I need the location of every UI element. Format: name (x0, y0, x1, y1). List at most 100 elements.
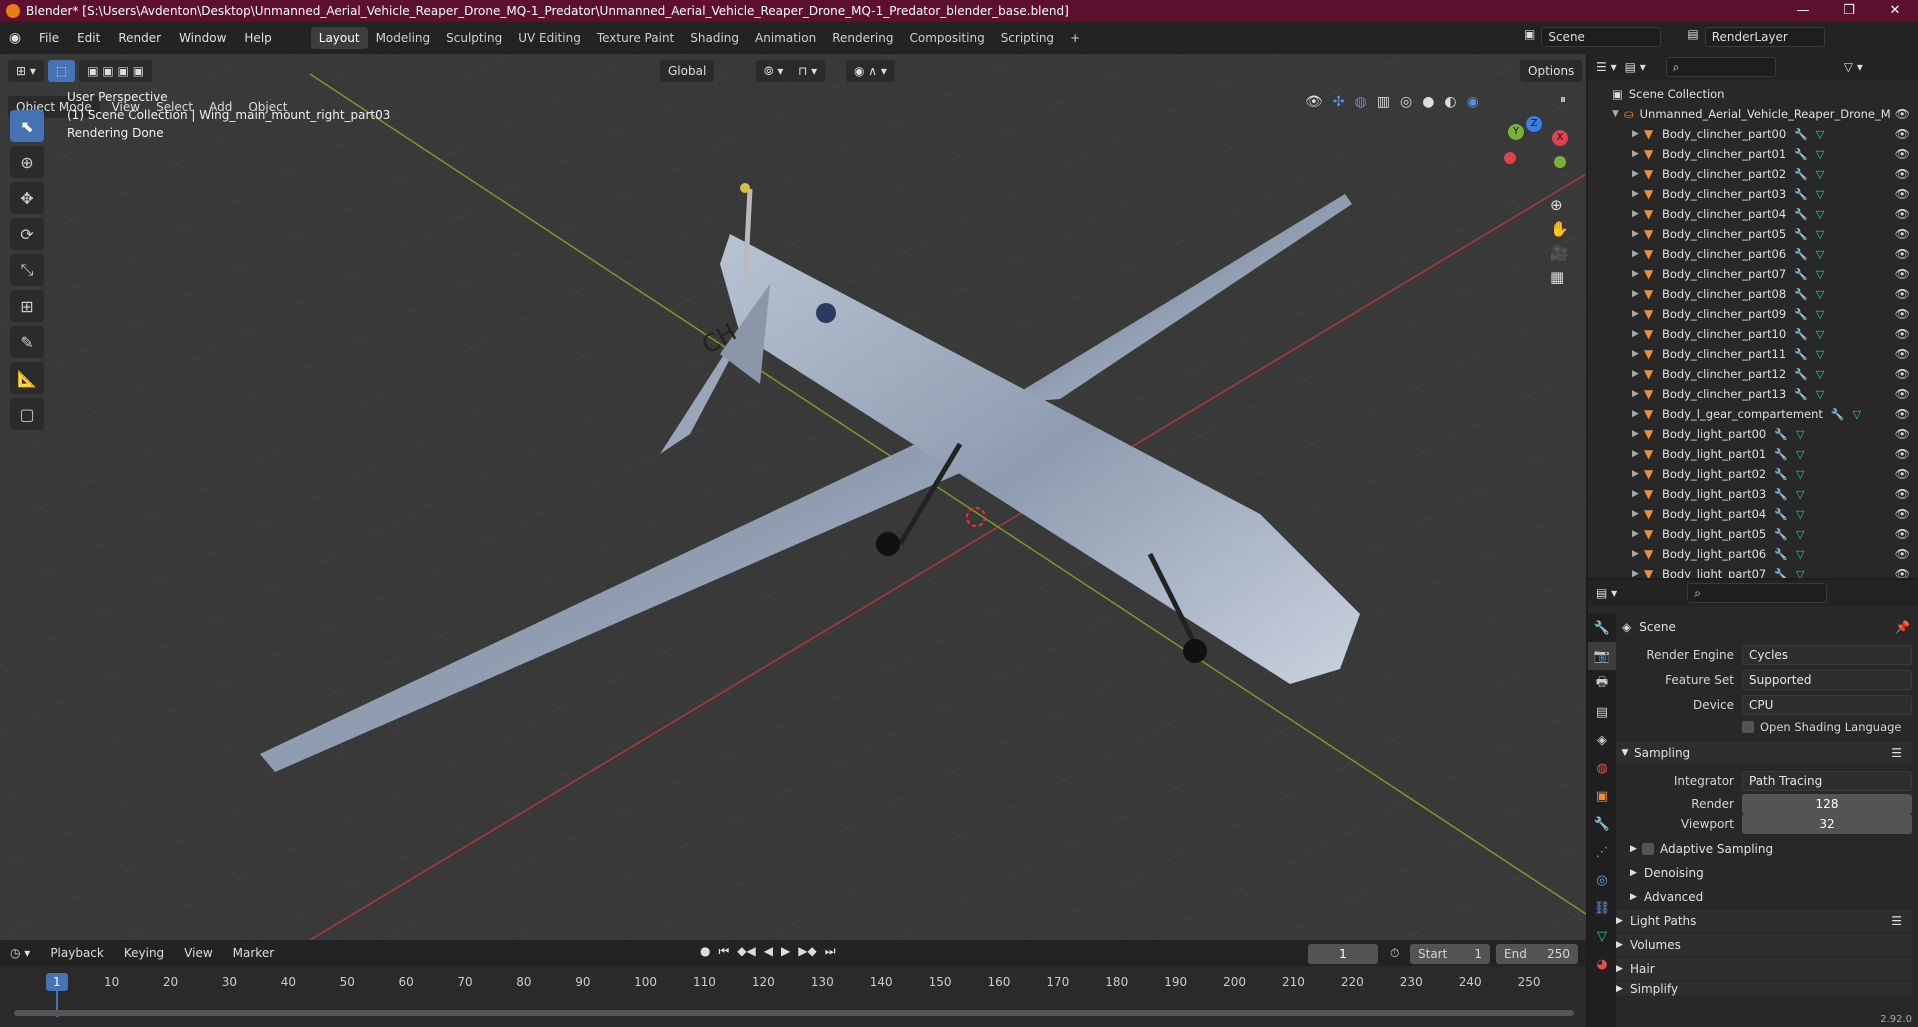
frame-ruler[interactable]: 1 10 20 30 40 50 60 70 80 90 100 110 120 130 140 150 160… (0, 966, 1586, 1027)
shading-rendered-icon[interactable]: ◉ (1467, 94, 1479, 110)
expand-arrow-icon[interactable]: ▶ (1632, 429, 1644, 439)
list-icon[interactable]: ☰ (1891, 914, 1902, 928)
menu-keying[interactable]: Keying (116, 942, 172, 964)
feature-set-dropdown[interactable]: Supported (1742, 670, 1912, 690)
annotate-tool-icon[interactable]: ✎ (10, 326, 44, 358)
mesh-data-icon[interactable]: ▽ (1816, 128, 1824, 141)
expand-arrow-icon[interactable]: ▶ (1616, 916, 1630, 926)
visibility-eye-icon[interactable]: 👁 (1895, 407, 1910, 421)
tab-texture-paint[interactable]: Texture Paint (589, 27, 682, 49)
modifier-icon[interactable]: 🔧 (1794, 188, 1808, 201)
jump-end-icon[interactable]: ⏭ (825, 944, 836, 959)
modifier-icon[interactable]: 🔧 (1794, 348, 1808, 361)
simplify-section[interactable]: ▶ Simplify (1616, 982, 1912, 996)
denoising-section[interactable]: ▶ Denoising (1630, 862, 1918, 884)
constraints-tab-icon[interactable]: ⛓ (1588, 894, 1616, 922)
mesh-data-icon[interactable]: ▽ (1796, 548, 1804, 561)
view-layer-tab-icon[interactable]: ▤ (1588, 698, 1616, 726)
camera-view-icon[interactable]: 🎥 (1550, 244, 1569, 262)
expand-arrow-icon[interactable]: ▶ (1632, 349, 1644, 359)
outliner-item[interactable]: ▶ ▼ Body_light_part06 🔧 ▽ 👁 (1588, 544, 1918, 564)
modifier-icon[interactable]: 🔧 (1774, 488, 1788, 501)
expand-arrow-icon[interactable]: ▶ (1616, 964, 1630, 974)
visibility-eye-icon[interactable]: 👁 (1895, 487, 1910, 501)
gizmo-toggle-icon[interactable]: ✣ (1333, 94, 1345, 110)
gizmo-neg-x-icon[interactable] (1504, 152, 1516, 164)
mesh-data-icon[interactable]: ▽ (1816, 248, 1824, 261)
visibility-eye-icon[interactable]: 👁 (1895, 187, 1910, 201)
visibility-eye-icon[interactable]: 👁 (1895, 367, 1910, 381)
modifier-icon[interactable]: 🔧 (1794, 228, 1808, 241)
gizmo-z-icon[interactable]: Z (1526, 116, 1542, 132)
scene-selector[interactable]: Scene (1541, 27, 1662, 47)
close-button[interactable]: ✕ (1872, 0, 1918, 22)
mesh-data-icon[interactable]: ▽ (1816, 388, 1824, 401)
expand-arrow-icon[interactable]: ▶ (1632, 209, 1644, 219)
shading-wireframe-icon[interactable]: ◎ (1400, 94, 1412, 110)
shading-material-icon[interactable]: ◐ (1444, 94, 1456, 110)
prev-keyframe-icon[interactable]: ◆◀ (737, 944, 755, 959)
volumes-section[interactable]: ▶ Volumes (1616, 934, 1912, 956)
modifier-icon[interactable]: 🔧 (1794, 308, 1808, 321)
modifier-icon[interactable]: 🔧 (1794, 208, 1808, 221)
menu-timeline-view[interactable]: View (176, 942, 220, 964)
hair-section[interactable]: ▶ Hair (1616, 958, 1912, 980)
outliner-item[interactable]: ▶ ▼ Body_clincher_part07 🔧 ▽ 👁 (1588, 264, 1918, 284)
sampling-section[interactable]: ▼ Sampling ☰ (1616, 742, 1912, 764)
pan-hand-icon[interactable]: ✋ (1550, 220, 1569, 238)
outliner-item[interactable]: ▶ ▼ Body_clincher_part03 🔧 ▽ 👁 (1588, 184, 1918, 204)
modifier-icon[interactable]: 🔧 (1794, 368, 1808, 381)
properties-editor-icon[interactable]: ▤ ▾ (1596, 586, 1617, 600)
stopwatch-icon[interactable]: ⏱ (1390, 946, 1399, 961)
adaptive-checkbox[interactable] (1642, 843, 1654, 855)
menu-render[interactable]: Render (109, 27, 170, 49)
expand-arrow-icon[interactable]: ▶ (1632, 569, 1644, 578)
material-tab-icon[interactable]: ◕ (1588, 950, 1616, 978)
tab-scripting[interactable]: Scripting (993, 27, 1062, 49)
modifier-icon[interactable]: 🔧 (1774, 468, 1788, 481)
expand-arrow-icon[interactable]: ▶ (1630, 892, 1644, 902)
modifier-icon[interactable]: 🔧 (1794, 128, 1808, 141)
start-frame-field[interactable]: 1 (1474, 944, 1482, 964)
mesh-data-icon[interactable]: ▽ (1796, 528, 1804, 541)
outliner-item[interactable]: ▶ ▼ Body_clincher_part11 🔧 ▽ 👁 (1588, 344, 1918, 364)
output-tab-icon[interactable]: 🖶 (1588, 670, 1616, 698)
modifier-icon[interactable]: 🔧 (1794, 248, 1808, 261)
physics-tab-icon[interactable]: ◎ (1588, 866, 1616, 894)
outliner-item[interactable]: ▶ ▼ Body_clincher_part12 🔧 ▽ 👁 (1588, 364, 1918, 384)
mesh-data-icon[interactable]: ▽ (1816, 308, 1824, 321)
visibility-eye-icon[interactable]: 👁 (1895, 107, 1910, 121)
render-layer-selector[interactable]: RenderLayer (1704, 27, 1825, 47)
visibility-eye-icon[interactable]: 👁 (1895, 567, 1910, 578)
current-frame-field[interactable]: 1 (1308, 944, 1378, 964)
mesh-data-icon[interactable]: ▽ (1816, 148, 1824, 161)
timeline-editor-icon[interactable]: ◷ ▾ (10, 946, 30, 960)
outliner-item[interactable]: ▶ ▼ Body_light_part04 🔧 ▽ 👁 (1588, 504, 1918, 524)
particles-tab-icon[interactable]: ⋰ (1588, 838, 1616, 866)
zoom-icon[interactable]: ⊕ (1550, 196, 1569, 214)
outliner-search-input[interactable]: ⌕ (1665, 57, 1776, 77)
visibility-icon[interactable]: 👁 (1305, 94, 1323, 110)
outliner-item[interactable]: ▶ ▼ Body_light_part05 🔧 ▽ 👁 (1588, 524, 1918, 544)
add-workspace-button[interactable]: + (1062, 27, 1088, 49)
tab-compositing[interactable]: Compositing (901, 27, 992, 49)
pin-icon[interactable]: 📌 (1895, 620, 1910, 634)
light-paths-section[interactable]: ▶ Light Paths ☰ (1616, 910, 1912, 932)
expand-arrow-icon[interactable]: ▶ (1632, 509, 1644, 519)
mesh-data-icon[interactable]: ▽ (1816, 168, 1824, 181)
mesh-data-icon[interactable]: ▽ (1796, 568, 1804, 579)
selection-mode-buttons[interactable]: ▣ ▣ ▣ ▣ (79, 60, 153, 82)
scene-collection-row[interactable]: ▣ Scene Collection (1588, 84, 1918, 104)
mesh-data-icon[interactable]: ▽ (1816, 228, 1824, 241)
tab-modeling[interactable]: Modeling (368, 27, 439, 49)
blender-menu-icon[interactable]: ◉ (0, 30, 30, 46)
expand-arrow-icon[interactable]: ▶ (1632, 229, 1644, 239)
outliner-item[interactable]: ▶ ▼ Body_clincher_part08 🔧 ▽ 👁 (1588, 284, 1918, 304)
editor-type-button[interactable]: ⊞ ▾ (8, 60, 44, 82)
modifier-icon[interactable]: 🔧 (1831, 408, 1845, 421)
mesh-data-icon[interactable]: ▽ (1796, 428, 1804, 441)
proportional-edit-icon[interactable]: ◉ ∧ ▾ (846, 60, 895, 82)
mesh-data-icon[interactable]: ▽ (1816, 208, 1824, 221)
mesh-data-icon[interactable]: ▽ (1816, 188, 1824, 201)
jump-start-icon[interactable]: ⏮ (718, 944, 729, 959)
